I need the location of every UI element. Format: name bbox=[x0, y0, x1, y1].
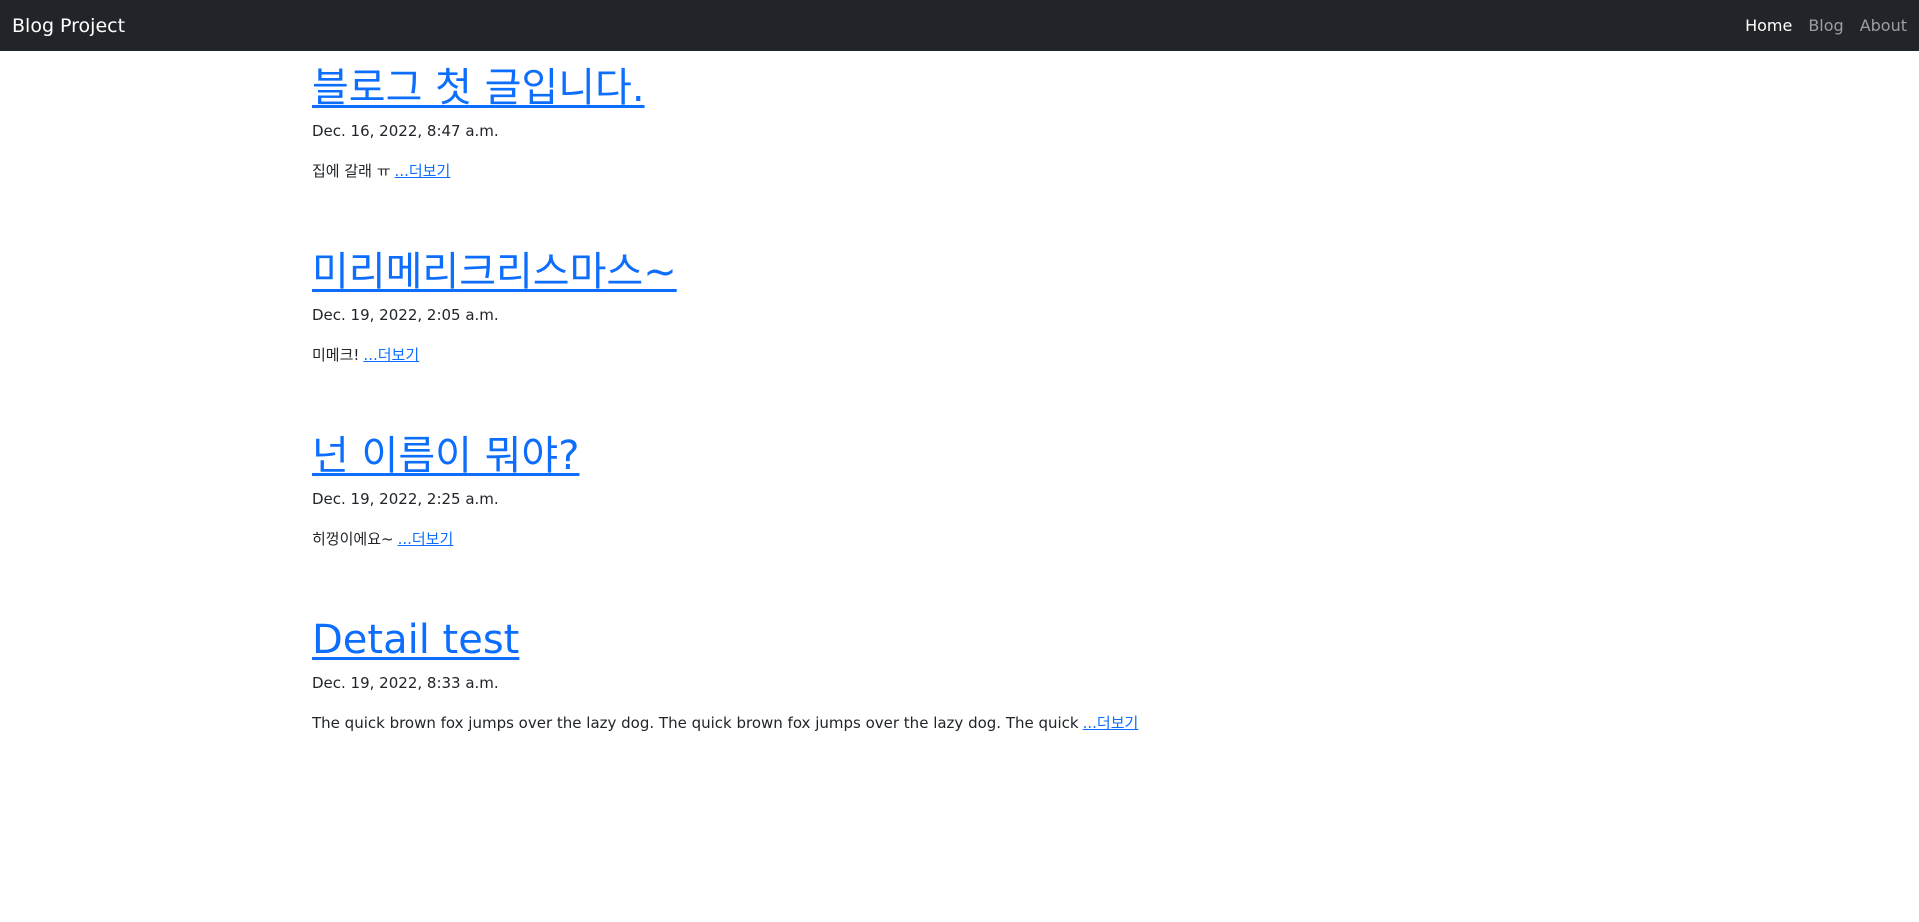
post-list: 블로그 첫 글입니다. Dec. 16, 2022, 8:47 a.m. 집에 … bbox=[312, 66, 1612, 802]
post-title-link[interactable]: 넌 이름이 뭐야? bbox=[312, 434, 579, 478]
nav-link-home[interactable]: Home bbox=[1745, 16, 1792, 35]
post-title-link[interactable]: Detail test bbox=[312, 618, 519, 662]
read-more-link[interactable]: ...더보기 bbox=[395, 162, 451, 180]
post-date: Dec. 16, 2022, 8:47 a.m. bbox=[312, 122, 499, 140]
post-item: 미리메리크리스마스~ Dec. 19, 2022, 2:05 a.m. 미메크!… bbox=[312, 250, 1612, 434]
brand-link[interactable]: Blog Project bbox=[12, 15, 125, 37]
post-excerpt: 히껑이에요~ ...더보기 bbox=[312, 528, 1612, 549]
post-excerpt: 미메크! ...더보기 bbox=[312, 344, 1612, 365]
post-excerpt-text: The quick brown fox jumps over the lazy … bbox=[312, 714, 1079, 732]
nav-links: Home Blog About bbox=[1729, 16, 1907, 35]
read-more-link[interactable]: ...더보기 bbox=[363, 346, 419, 364]
post-item: Detail test Dec. 19, 2022, 8:33 a.m. The… bbox=[312, 618, 1612, 802]
post-title-link[interactable]: 미리메리크리스마스~ bbox=[312, 250, 677, 294]
read-more-link[interactable]: ...더보기 bbox=[398, 530, 454, 548]
post-excerpt-text: 히껑이에요~ bbox=[312, 530, 394, 548]
nav-link-about[interactable]: About bbox=[1860, 16, 1907, 35]
post-title-link[interactable]: 블로그 첫 글입니다. bbox=[312, 66, 645, 110]
read-more-link[interactable]: ...더보기 bbox=[1083, 714, 1139, 732]
post-excerpt: The quick brown fox jumps over the lazy … bbox=[312, 712, 1612, 733]
nav-link-blog[interactable]: Blog bbox=[1808, 16, 1843, 35]
post-date: Dec. 19, 2022, 2:25 a.m. bbox=[312, 490, 499, 508]
post-excerpt-text: 미메크! bbox=[312, 346, 360, 364]
post-item: 넌 이름이 뭐야? Dec. 19, 2022, 2:25 a.m. 히껑이에요… bbox=[312, 434, 1612, 618]
post-date: Dec. 19, 2022, 8:33 a.m. bbox=[312, 674, 499, 692]
top-navbar: Blog Project Home Blog About bbox=[0, 0, 1919, 51]
post-excerpt-text: 집에 갈래 ㅠ bbox=[312, 162, 391, 180]
post-excerpt: 집에 갈래 ㅠ ...더보기 bbox=[312, 160, 1612, 181]
post-date: Dec. 19, 2022, 2:05 a.m. bbox=[312, 306, 499, 324]
post-item: 블로그 첫 글입니다. Dec. 16, 2022, 8:47 a.m. 집에 … bbox=[312, 66, 1612, 250]
